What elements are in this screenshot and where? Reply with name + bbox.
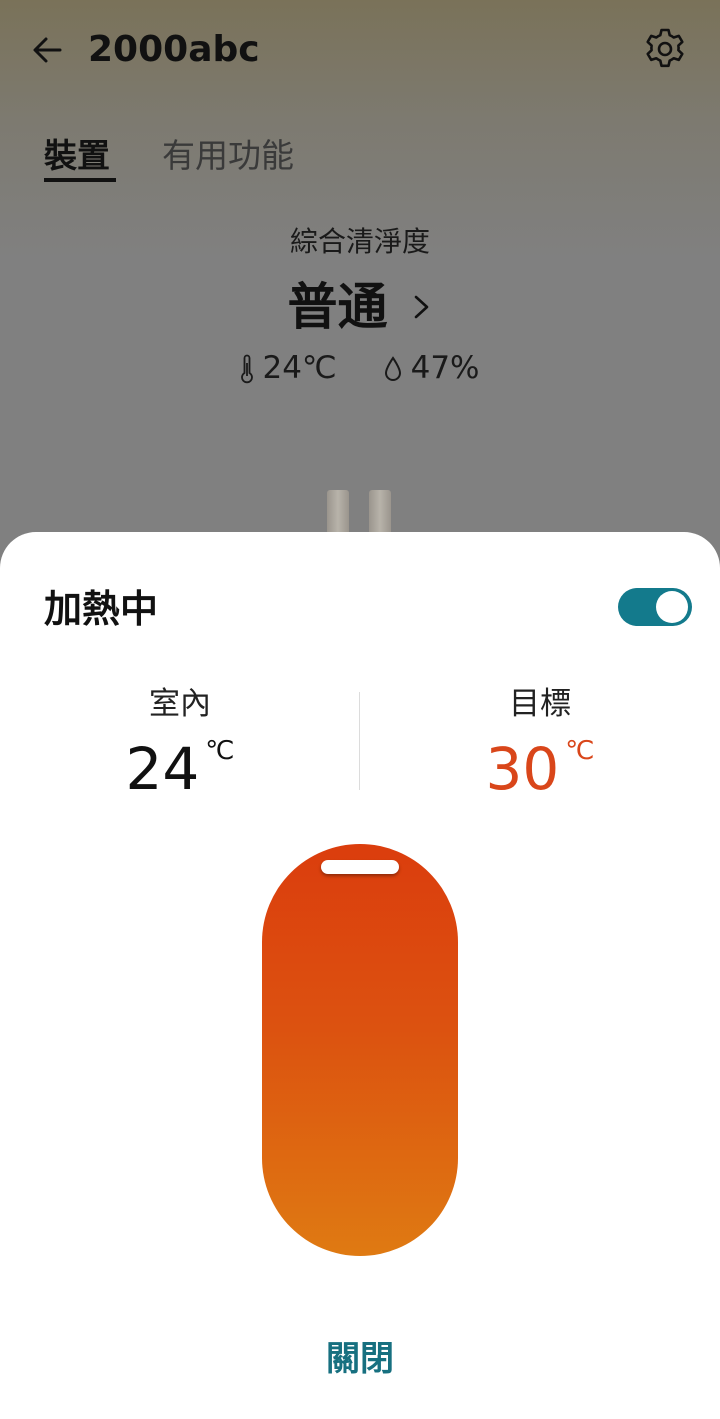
- thermometer-icon: [241, 354, 254, 384]
- close-button[interactable]: 關閉: [0, 1336, 720, 1382]
- heating-toggle[interactable]: [618, 588, 692, 626]
- settings-button[interactable]: [642, 26, 688, 72]
- toggle-knob: [656, 591, 688, 623]
- target-temperature: 目標 30 ℃: [360, 682, 720, 804]
- back-button[interactable]: [28, 30, 68, 70]
- heating-bottom-sheet: 加熱中 室內 24 ℃ 目標 30 ℃ 關閉: [0, 532, 720, 1419]
- tab-useful-features[interactable]: 有用功能: [162, 134, 294, 178]
- header: 2000abc: [0, 0, 720, 100]
- environment-readings: 24℃ 47%: [0, 344, 720, 388]
- air-quality-value[interactable]: 普通: [287, 277, 387, 337]
- air-quality-summary: 綜合清淨度 普通 24℃ 47%: [0, 220, 720, 388]
- temperature-reading: 24℃: [240, 346, 337, 390]
- indoor-label: 室內: [149, 686, 211, 722]
- gear-icon: [646, 28, 684, 68]
- page-title: 2000abc: [88, 29, 260, 70]
- target-temperature-slider[interactable]: [262, 844, 458, 1256]
- target-unit: ℃: [565, 736, 595, 766]
- air-quality-value-row[interactable]: 普通: [0, 276, 720, 336]
- indoor-temperature: 室內 24 ℃: [0, 682, 360, 804]
- target-value: 30: [485, 735, 560, 803]
- water-drop-icon: [384, 356, 401, 381]
- humidity-reading: 47%: [383, 346, 480, 390]
- indoor-value: 24: [125, 735, 200, 803]
- target-label: 目標: [509, 686, 571, 722]
- indoor-unit: ℃: [205, 736, 235, 766]
- active-tab-underline: [44, 178, 116, 182]
- target-value-row: 30 ℃: [360, 734, 720, 804]
- chevron-right-icon[interactable]: [411, 294, 433, 320]
- temperature-value: 24℃: [262, 349, 337, 386]
- arrow-left-icon: [33, 37, 62, 63]
- tab-device[interactable]: 裝置: [44, 134, 110, 178]
- sheet-title: 加熱中: [44, 587, 159, 631]
- indoor-value-row: 24 ℃: [0, 734, 360, 804]
- air-quality-label: 綜合清淨度: [289, 225, 430, 258]
- slider-handle[interactable]: [321, 860, 399, 874]
- humidity-value: 47%: [410, 349, 480, 386]
